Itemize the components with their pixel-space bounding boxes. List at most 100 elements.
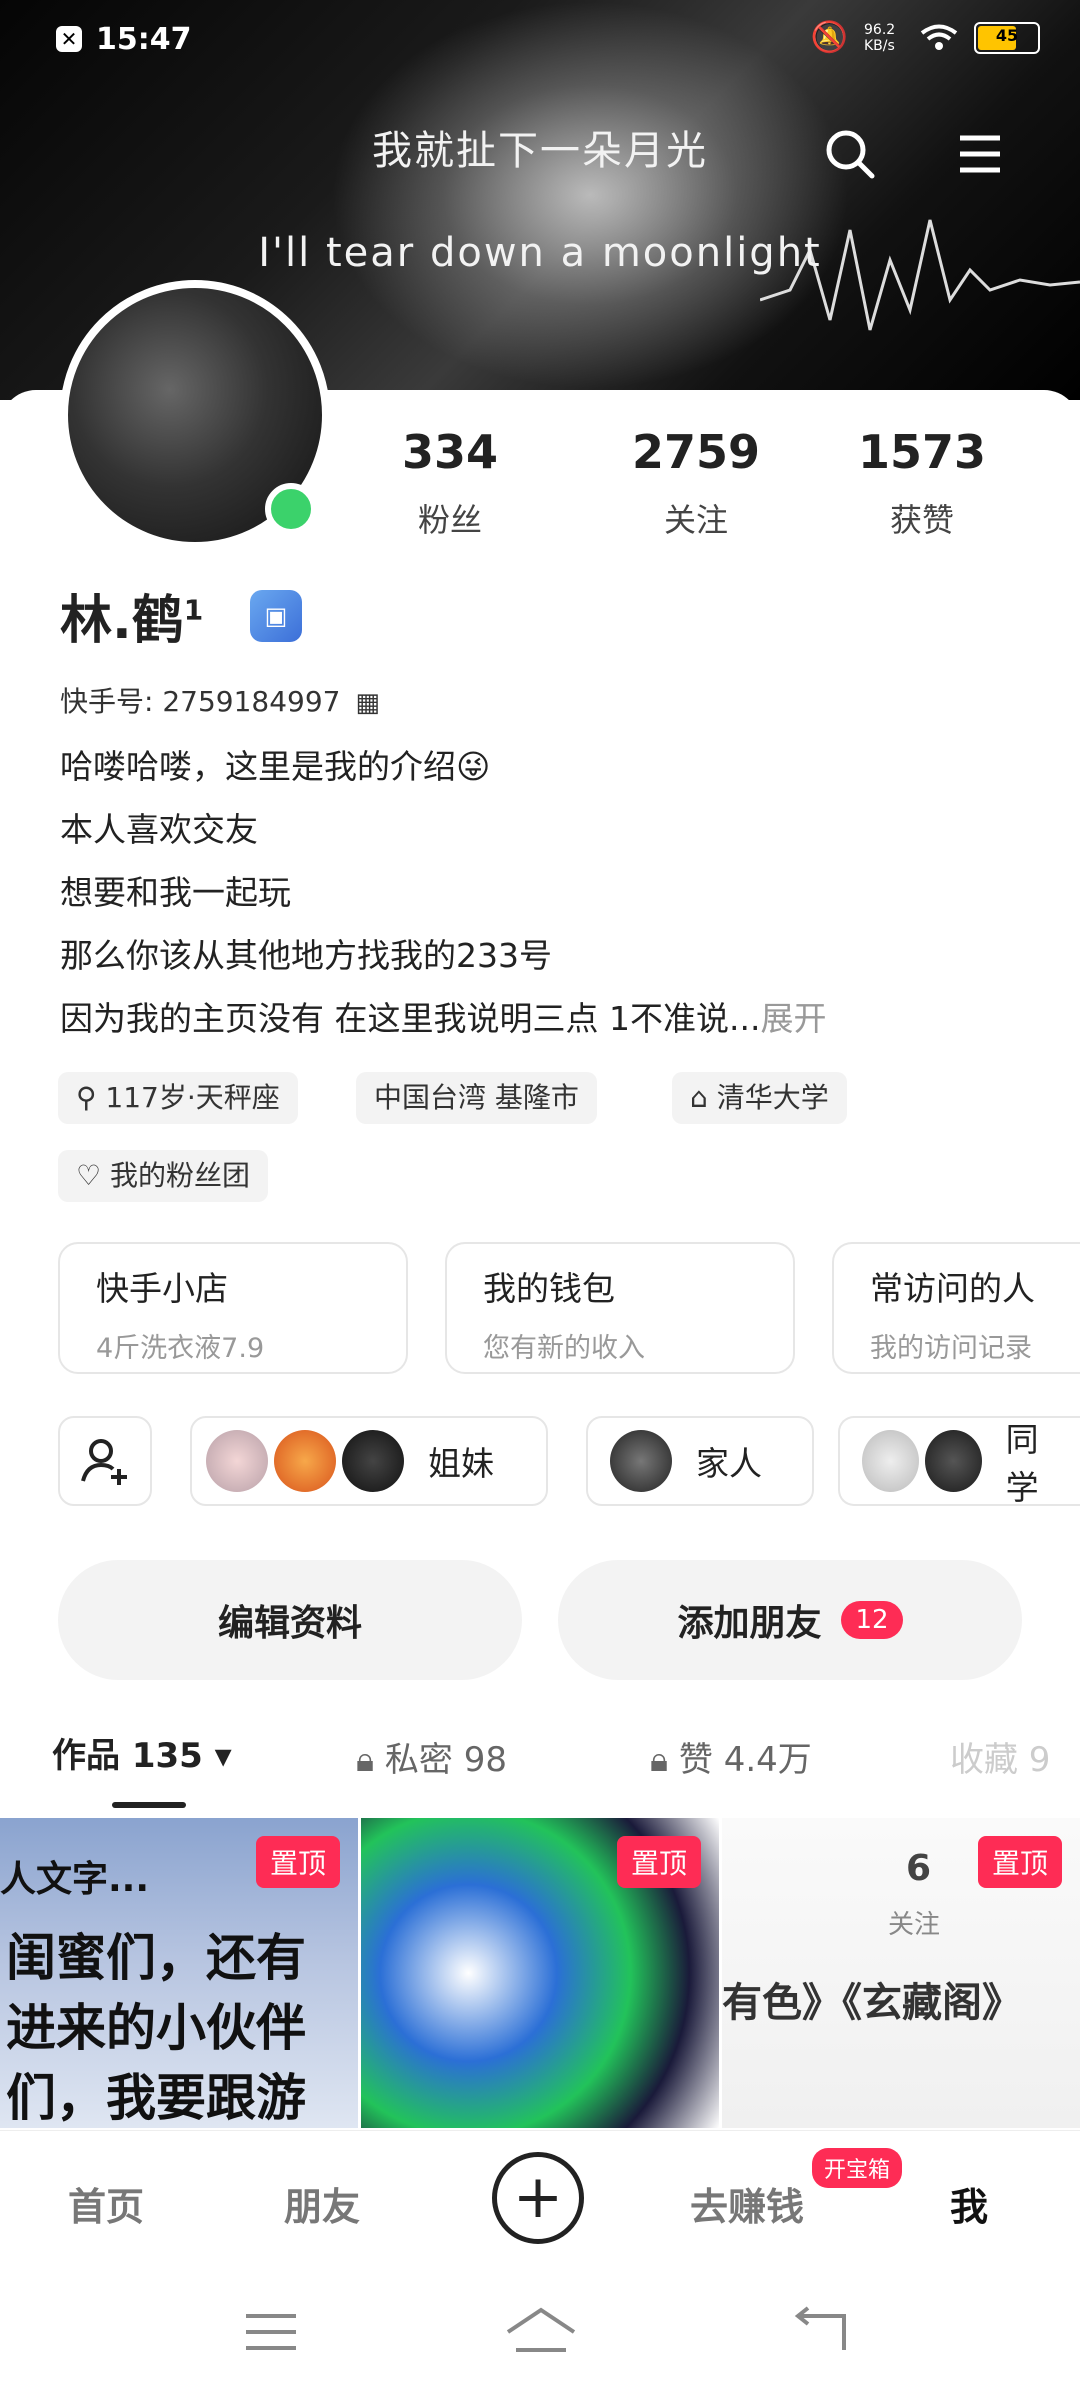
friend-group-family[interactable]: 家人 [586, 1416, 814, 1506]
thumbnail-text: 有色》《玄藏阁》 [722, 1980, 1022, 2026]
graduation-cap-icon: ⌂ [690, 1081, 717, 1114]
group-avatar [610, 1430, 672, 1492]
group-avatar [274, 1430, 336, 1492]
lock-icon: 🔒︎ [356, 1740, 385, 1780]
back-icon[interactable] [790, 2306, 850, 2356]
friend-group-sisters[interactable]: 姐妹 [190, 1416, 548, 1506]
shop-title: 快手小店 [96, 1269, 228, 1308]
tag-location[interactable]: 中国台湾 基隆市 [356, 1072, 597, 1124]
active-tab-indicator [112, 1802, 186, 1808]
visitors-title: 常访问的人 [870, 1269, 1035, 1308]
fan-group-tag[interactable]: ♡ 我的粉丝团 [58, 1150, 269, 1202]
fans-count[interactable]: 334 [350, 425, 550, 479]
heart-icon: ♡ [76, 1159, 111, 1192]
net-speed: 96.2 KB/s [864, 21, 896, 54]
home-icon[interactable] [504, 2306, 578, 2356]
mute-icon: 🔕 [810, 20, 848, 55]
visitors-subtitle: 我的访问记录 [870, 1333, 1032, 1364]
status-icons: 🔕 96.2 KB/s 45 [811, 20, 1040, 55]
wallet-box[interactable]: 我的钱包 您有新的收入 [445, 1242, 795, 1374]
fans-label: 粉丝 [417, 501, 482, 539]
verified-badge-icon[interactable]: ▣ [250, 590, 302, 642]
thumbnail-text: 们，我要跟游 [6, 2069, 306, 2127]
bio-line-3: 想要和我一起玩 [60, 873, 291, 912]
tab-favorites[interactable]: 收藏 9 [950, 1732, 1050, 1781]
wallet-subtitle: 您有新的收入 [483, 1333, 645, 1364]
thumbnail-text: 关注 [888, 1910, 941, 1940]
kuaishou-shop-box[interactable]: 快手小店 4斤洗衣液7.9 [58, 1242, 408, 1374]
video-thumbnail[interactable]: 人文字... 闺蜜们，还有 进来的小伙伴 们，我要跟游 置顶 [0, 1818, 358, 2128]
group-label: 同学 [1005, 1420, 1039, 1506]
following-label: 关注 [663, 501, 728, 539]
add-friend-button[interactable]: 添加朋友 12 [558, 1560, 1022, 1680]
expand-bio-link[interactable]: 展开 [760, 999, 826, 1038]
thumbnail-text: 人文字... [0, 1859, 150, 1900]
tab-works[interactable]: 作品 135 ▾ [52, 1728, 232, 1777]
nav-friends[interactable]: 朋友 [284, 2176, 360, 2231]
banner-text-line2: I'll tear down a moonlight [258, 230, 822, 276]
profile-name: 林.鹤1 [60, 578, 203, 653]
battery-level: 45 [995, 25, 1019, 45]
notification-icon: ✕ [56, 26, 82, 52]
tab-private[interactable]: 🔒︎ 私密 98 [356, 1732, 507, 1781]
shop-subtitle: 4斤洗衣液7.9 [96, 1333, 265, 1364]
tag-age-text: 117岁·天秤座 [105, 1081, 280, 1114]
lock-icon: 🔒︎ [650, 1740, 679, 1780]
video-thumbnail[interactable]: 6 关注 有色》《玄藏阁》 置顶 [722, 1818, 1080, 2128]
tab-liked[interactable]: 🔒︎ 赞 4.4万 [650, 1732, 812, 1781]
wallet-title: 我的钱包 [483, 1269, 615, 1308]
nav-me[interactable]: 我 [950, 2176, 988, 2231]
bio-line-5[interactable]: 因为我的主页没有 在这里我说明三点 1不准说...展开 [60, 992, 826, 1040]
menu-icon[interactable] [950, 124, 1010, 184]
tag-location-text: 中国台湾 基隆市 [374, 1081, 579, 1114]
tag-age[interactable]: ⚲ 117岁·天秤座 [58, 1072, 298, 1124]
likes-label: 获赞 [889, 501, 954, 539]
add-user-icon [81, 1439, 127, 1485]
group-avatar [206, 1430, 268, 1492]
following-count[interactable]: 2759 [596, 425, 796, 479]
tab-liked-label: 赞 4.4万 [678, 1740, 812, 1780]
tag-school-text: 清华大学 [716, 1081, 829, 1114]
bio-line-4: 那么你该从其他地方找我的233号 [60, 936, 552, 975]
nav-home[interactable]: 首页 [68, 2176, 144, 2231]
thumbnail-text: 6 [906, 1848, 932, 1889]
tab-private-label: 私密 98 [384, 1740, 507, 1780]
kuaishou-id[interactable]: 快手号: 2759184997 ▦ [60, 680, 380, 720]
nav-earn[interactable]: 去赚钱 [690, 2176, 804, 2231]
thumbnail-text: 闺蜜们，还有 [6, 1929, 306, 1987]
add-friend-count-badge: 12 [841, 1601, 903, 1639]
group-label: 家人 [696, 1444, 762, 1483]
search-icon[interactable] [820, 124, 880, 184]
frequent-visitors-box[interactable]: 常访问的人 我的访问记录 [832, 1242, 1080, 1374]
group-label: 姐妹 [428, 1444, 494, 1483]
pinned-badge: 置顶 [616, 1836, 701, 1888]
banner-text-line1: 我就扯下一朵月光 [372, 128, 708, 174]
pinned-badge: 置顶 [977, 1836, 1062, 1888]
friend-group-classmates[interactable]: 同学 [838, 1416, 1080, 1506]
group-avatar [924, 1430, 982, 1492]
profile-name-text: 林.鹤 [60, 591, 184, 651]
kuaishou-id-value: 2759184997 [162, 685, 341, 718]
kuaishou-id-label: 快手号: [60, 685, 154, 718]
create-post-button[interactable]: + [492, 2152, 584, 2244]
search-icon: ⚲ [76, 1081, 106, 1114]
bio-line-5-text: 因为我的主页没有 在这里我说明三点 1不准说... [60, 999, 761, 1038]
video-thumbnail[interactable]: 置顶 [361, 1818, 719, 2128]
qr-code-icon[interactable]: ▦ [355, 688, 380, 718]
tag-school[interactable]: ⌂ 清华大学 [672, 1072, 847, 1124]
likes-count[interactable]: 1573 [822, 425, 1022, 479]
add-friend-group-button[interactable] [58, 1416, 152, 1506]
treasure-box-badge: 开宝箱 [812, 2148, 903, 2188]
status-time: 15:47 [96, 22, 192, 57]
recent-apps-icon[interactable] [244, 2310, 298, 2354]
edit-profile-button[interactable]: 编辑资料 [58, 1560, 522, 1680]
add-friend-label: 添加朋友 [677, 1603, 822, 1644]
thumbnail-text: 进来的小伙伴 [6, 1999, 306, 2057]
profile-name-sup: 1 [183, 593, 204, 627]
group-avatar [862, 1430, 919, 1492]
group-avatar [342, 1430, 404, 1492]
pinned-badge: 置顶 [255, 1836, 340, 1888]
online-status-dot [265, 483, 317, 535]
bio-line-2: 本人喜欢交友 [60, 810, 258, 849]
fan-group-text: 我的粉丝团 [110, 1159, 251, 1192]
